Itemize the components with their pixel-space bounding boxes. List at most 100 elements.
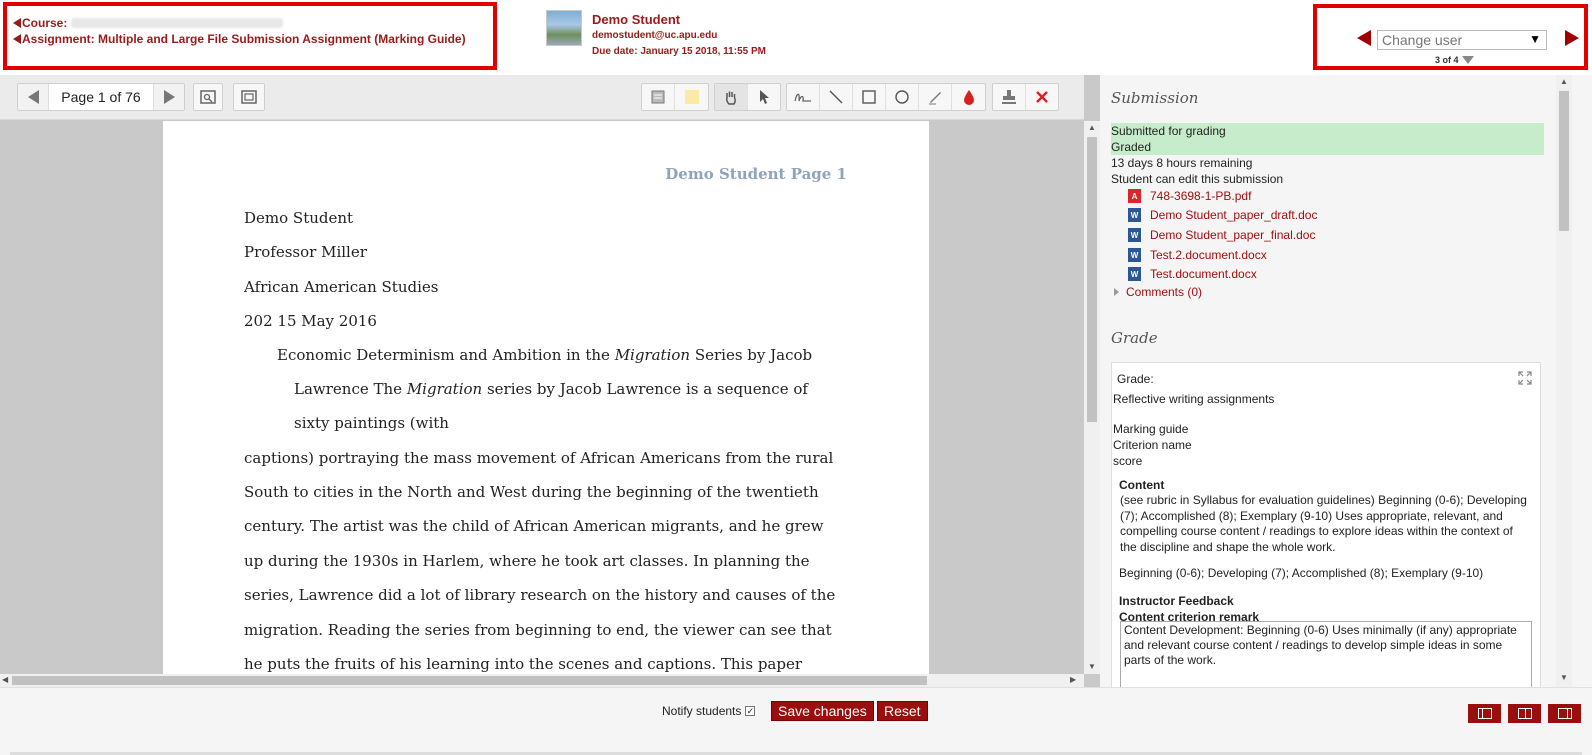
pointer-icon — [759, 90, 769, 104]
criterion-levels: Beginning (0-6); Developing (7); Accompl… — [1119, 566, 1484, 580]
scroll-right-icon[interactable]: ▶ — [1070, 675, 1076, 684]
rectangle-tool-button[interactable] — [853, 84, 886, 110]
status-submitted: Submitted for grading — [1111, 123, 1544, 139]
grading-panel-scrollbar[interactable]: ▲ ▼ — [1556, 75, 1572, 687]
comment-color-button[interactable] — [675, 84, 708, 110]
back-arrow-icon — [13, 34, 21, 44]
header: Course: Assignment: Multiple and Large F… — [0, 0, 1592, 75]
comment-tool-button[interactable] — [642, 84, 675, 110]
red-x-icon — [1035, 91, 1048, 103]
grade-form: Grade: Reflective writing assignments Ma… — [1111, 362, 1541, 687]
pdf-line: African American Studies — [244, 278, 439, 296]
pdf-page[interactable]: Demo Student Page 1 Demo Student Profess… — [163, 121, 929, 674]
select-tool-button[interactable] — [748, 84, 781, 110]
red-drop-icon — [963, 90, 974, 105]
submission-heading: Submission — [1111, 89, 1199, 107]
file-link[interactable]: W Demo Student_paper_final.doc — [1128, 226, 1315, 244]
word-icon: W — [1128, 248, 1141, 262]
previous-page-button[interactable] — [18, 84, 48, 110]
layout-split-button[interactable] — [1508, 704, 1541, 723]
file-link[interactable]: A 748-3698-1-PB.pdf — [1128, 187, 1251, 205]
oval-tool-button[interactable] — [886, 84, 919, 110]
instructor-feedback-label: Instructor Feedback — [1119, 594, 1234, 608]
layout-left-button[interactable] — [1468, 704, 1501, 723]
notify-checkbox[interactable]: ✓ — [745, 706, 756, 716]
next-page-button[interactable] — [154, 84, 184, 110]
scroll-down-icon[interactable]: ▼ — [1560, 673, 1568, 682]
scroll-down-icon[interactable]: ▼ — [1088, 662, 1096, 671]
course-info-box: Course: Assignment: Multiple and Large F… — [3, 2, 497, 70]
comment-icon — [651, 90, 665, 104]
change-user-select[interactable]: Change user ▼ — [1377, 30, 1547, 50]
time-remaining: 13 days 8 hours remaining — [1111, 156, 1253, 170]
back-arrow-icon — [13, 18, 21, 28]
pdf-vertical-scrollbar[interactable]: ▲ ▼ — [1084, 121, 1100, 674]
word-icon: W — [1128, 267, 1141, 281]
user-count: 3 of 4 — [1435, 55, 1474, 65]
fullscreen-icon[interactable] — [1518, 371, 1532, 385]
pan-tool-button[interactable] — [715, 84, 748, 110]
notify-label: Notify students — [662, 704, 742, 718]
scroll-up-icon[interactable]: ▲ — [1088, 123, 1096, 132]
expand-arrow-icon — [1114, 288, 1119, 296]
previous-user-icon[interactable] — [1357, 30, 1371, 46]
scrollbar-thumb[interactable] — [1559, 91, 1569, 231]
user-navigation-box: Change user ▼ 3 of 4 — [1313, 4, 1588, 70]
file-name: Demo Student_paper_draft.doc — [1150, 208, 1318, 222]
pdf-editor-panel: Page 1 of 76 Demo Student Page 1 Demo St… — [0, 75, 1100, 687]
filter-icon[interactable] — [1461, 56, 1474, 64]
page-select[interactable]: Page 1 of 76 — [48, 84, 154, 110]
marking-guide-label: Marking guide — [1113, 422, 1189, 436]
title-italic: Migration — [614, 346, 691, 364]
file-link[interactable]: W Test.2.document.docx — [1128, 246, 1267, 264]
delete-annotation-button[interactable] — [1026, 84, 1059, 110]
pen-icon — [794, 93, 811, 102]
remark-textarea[interactable]: Content Development: Beginning (0-6) Use… — [1120, 621, 1532, 687]
pdf-line: he puts the fruits of his learning into … — [244, 655, 803, 673]
line-tool-button[interactable] — [820, 84, 853, 110]
pdf-viewport[interactable]: Demo Student Page 1 Demo Student Profess… — [0, 121, 1084, 674]
word-icon: W — [1128, 208, 1141, 222]
layout-right-icon — [1557, 708, 1572, 719]
annotation-color-button[interactable] — [952, 84, 985, 110]
pdf-horizontal-scrollbar[interactable]: ◀ ▶ — [0, 674, 1084, 687]
stamp-tool-button[interactable] — [993, 84, 1026, 110]
line-text: series by Jacob Lawrence is a sequence o… — [482, 380, 808, 398]
file-name: 748-3698-1-PB.pdf — [1150, 189, 1252, 203]
student-name[interactable]: Demo Student — [592, 11, 766, 28]
search-comments-button[interactable] — [193, 83, 223, 111]
annotation-tools — [786, 83, 986, 111]
file-link[interactable]: W Demo Student_paper_draft.doc — [1128, 206, 1317, 224]
criterion-title: Content — [1119, 478, 1165, 492]
next-user-icon[interactable] — [1565, 30, 1579, 46]
expand-view-button[interactable] — [233, 83, 265, 111]
comments-toggle[interactable]: Comments (0) — [1114, 285, 1202, 299]
score-header: score — [1113, 454, 1143, 468]
grading-panel: Submission Submitted for grading Graded … — [1100, 75, 1592, 687]
highlighter-icon — [929, 92, 941, 105]
layout-split-icon — [1517, 708, 1532, 719]
criterion-name-header: Criterion name — [1113, 438, 1192, 452]
notify-students-option[interactable]: Notify students ✓ — [662, 704, 756, 718]
scrollbar-thumb[interactable] — [1087, 137, 1097, 422]
pen-tool-button[interactable] — [787, 84, 820, 110]
line-italic: Migration — [406, 380, 483, 398]
due-date: Due date: January 15 2018, 11:55 PM — [592, 46, 766, 57]
scroll-up-icon[interactable]: ▲ — [1560, 77, 1568, 86]
scrollbar-thumb[interactable] — [12, 676, 927, 685]
file-name: Test.document.docx — [1150, 267, 1257, 281]
scroll-left-icon[interactable]: ◀ — [2, 675, 8, 684]
yellow-color-swatch-icon — [684, 90, 699, 104]
next-page-icon — [163, 90, 175, 104]
assignment-link[interactable]: Assignment: Multiple and Large File Subm… — [13, 31, 487, 47]
file-link[interactable]: W Test.document.docx — [1128, 265, 1257, 283]
layout-right-button[interactable] — [1548, 704, 1581, 723]
reset-button[interactable]: Reset — [877, 701, 928, 721]
expand-view-icon — [241, 90, 257, 104]
save-changes-button[interactable]: Save changes — [771, 701, 874, 721]
comment-tools — [641, 83, 709, 111]
pdf-toolbar: Page 1 of 76 — [0, 75, 1084, 120]
course-link[interactable]: Course: — [13, 15, 487, 31]
highlight-tool-button[interactable] — [919, 84, 952, 110]
file-name: Demo Student_paper_final.doc — [1150, 228, 1316, 242]
